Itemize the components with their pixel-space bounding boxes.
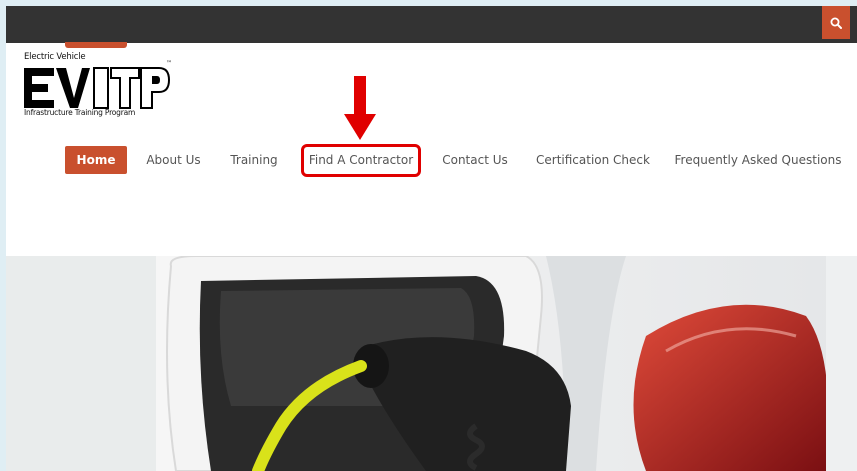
nav-training[interactable]: Training (226, 146, 282, 174)
nav-home[interactable]: Home (65, 146, 127, 174)
highlight-box (301, 144, 421, 177)
annotation-arrow-icon (344, 76, 376, 140)
nav-about-us[interactable]: About Us (140, 146, 207, 174)
logo-mark (24, 67, 171, 109)
logo-top-text: Electric Vehicle (24, 52, 86, 62)
search-button[interactable] (822, 6, 850, 39)
hero-image (6, 256, 857, 471)
main-nav: Home About Us Training Find A Contractor… (6, 146, 857, 178)
nav-certification-check[interactable]: Certification Check (536, 146, 650, 174)
logo-tm: ™ (166, 60, 172, 67)
evitp-logo[interactable]: Electric Vehicle ™ Infrastructure Traini… (24, 52, 174, 117)
top-bar (6, 6, 857, 43)
search-icon (830, 17, 842, 29)
nav-contact-us[interactable]: Contact Us (439, 146, 511, 174)
page: Electric Vehicle ™ Infrastructure Traini… (6, 6, 857, 471)
logo-bottom-text: Infrastructure Training Program (24, 108, 136, 117)
ev-charging-illustration (6, 256, 857, 471)
nav-frequently-asked-questions[interactable]: Frequently Asked Questions (673, 146, 843, 174)
top-tab[interactable] (65, 42, 127, 48)
